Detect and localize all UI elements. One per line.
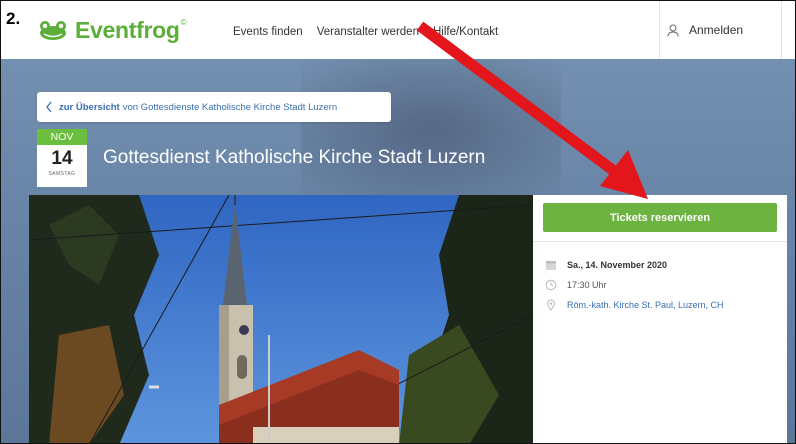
date-badge: NOV 14 SAMSTAG	[37, 129, 87, 187]
date-month: NOV	[37, 129, 87, 145]
event-time-row: 17:30 Uhr	[545, 279, 607, 291]
logo-text: Eventfrog	[75, 16, 180, 43]
nav-veranstalter-werden[interactable]: Veranstalter werden	[317, 26, 419, 38]
logo-mark: ©	[180, 17, 187, 27]
location-pin-icon	[546, 299, 556, 311]
event-location-link[interactable]: Röm.-kath. Kirche St. Paul, Luzern, CH	[567, 300, 724, 310]
login-label: Anmelden	[689, 23, 744, 37]
event-photo	[29, 195, 533, 443]
event-date-text: Sa., 14. November 2020	[567, 260, 668, 270]
main-nav: Events finden Veranstalter werden Hilfe/…	[233, 26, 498, 38]
calendar-icon	[546, 261, 556, 270]
event-date-row: Sa., 14. November 2020	[545, 259, 667, 271]
date-day: 14	[51, 148, 73, 169]
event-time-text: 17:30 Uhr	[567, 280, 607, 290]
nav-divider	[781, 1, 782, 59]
breadcrumb[interactable]: zur Übersicht von Gottesdienste Katholis…	[37, 92, 391, 122]
event-hero: zur Übersicht von Gottesdienste Katholis…	[1, 59, 795, 443]
event-location-row[interactable]: Röm.-kath. Kirche St. Paul, Luzern, CH	[545, 299, 724, 311]
date-weekday: SAMSTAG	[48, 171, 76, 177]
clock-icon	[545, 279, 557, 291]
ticket-card: Tickets reservieren Sa., 14. November 20…	[533, 195, 787, 443]
hero-background	[301, 59, 561, 199]
breadcrumb-rest[interactable]: von Gottesdienste Katholische Kirche Sta…	[123, 102, 337, 113]
nav-hilfe-kontakt[interactable]: Hilfe/Kontakt	[433, 26, 498, 38]
eventfrog-logo[interactable]: Eventfrog ©	[35, 15, 187, 45]
nav-divider	[659, 1, 660, 59]
card-divider	[533, 241, 787, 242]
tickets-reservieren-button[interactable]: Tickets reservieren	[543, 203, 777, 232]
browser-frame: Eventfrog © Events finden Veranstalter we…	[0, 0, 796, 444]
user-icon	[667, 24, 679, 37]
chevron-left-icon	[46, 101, 52, 113]
top-navigation: Eventfrog © Events finden Veranstalter we…	[1, 1, 795, 59]
step-number-annotation: 2.	[6, 9, 21, 28]
frog-icon	[40, 21, 66, 40]
login-button[interactable]: Anmelden	[667, 23, 743, 37]
breadcrumb-back-link[interactable]: zur Übersicht	[59, 102, 120, 113]
church-image	[29, 195, 533, 443]
event-title: Gottesdienst Katholische Kirche Stadt Lu…	[103, 147, 486, 168]
nav-events-finden[interactable]: Events finden	[233, 26, 303, 38]
